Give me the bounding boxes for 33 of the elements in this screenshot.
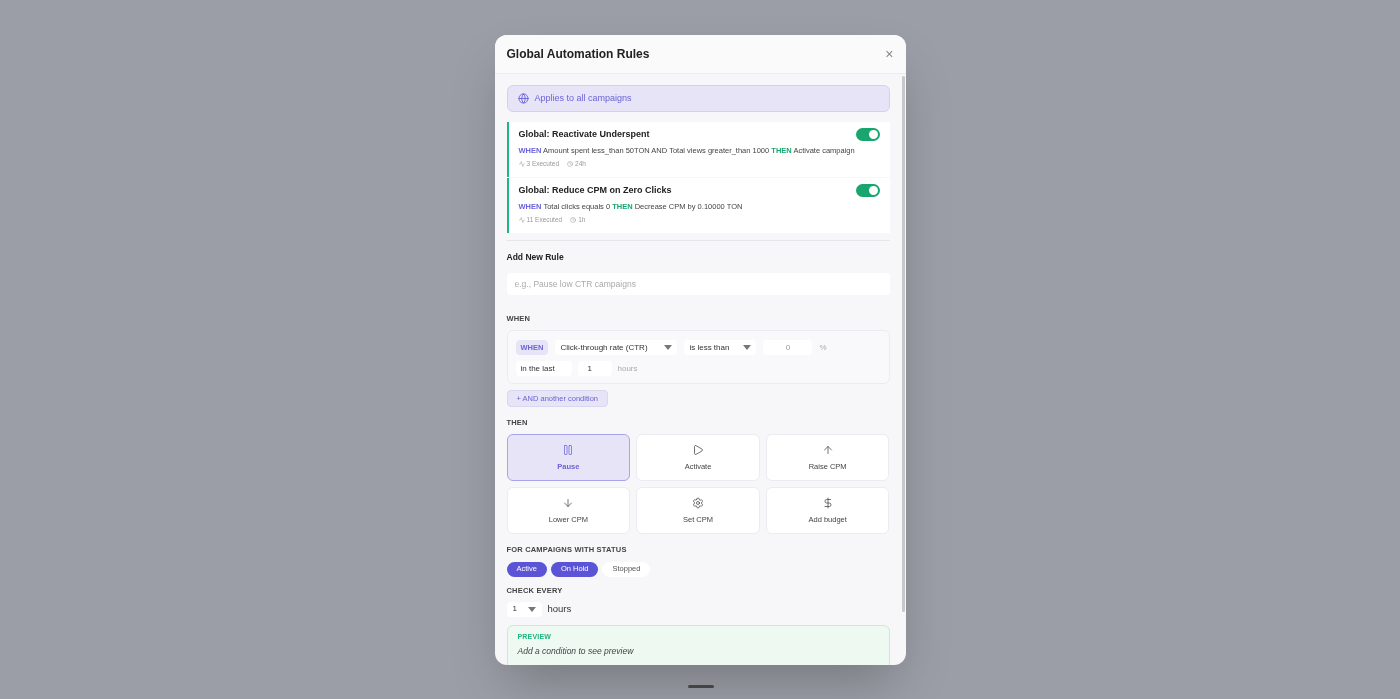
- gear-icon: [692, 496, 704, 509]
- rule-toggle[interactable]: [855, 184, 880, 198]
- section-heading: Add New Rule: [506, 251, 565, 264]
- activity-icon: [518, 160, 525, 167]
- operator-select[interactable]: is less than: [684, 340, 757, 356]
- window-label: in the last: [515, 361, 572, 377]
- arrow-up-icon: [821, 443, 834, 456]
- rule-name-input[interactable]: e.g., Pause low CTR campaigns: [506, 272, 890, 295]
- rule-toggle[interactable]: [855, 128, 880, 142]
- arrow-down-icon: [562, 496, 575, 509]
- window-unit: hours: [617, 362, 638, 375]
- rule-name: Global: Reduce CPM on Zero Clicks: [518, 184, 672, 197]
- preview-text: Add a condition to see preview: [517, 645, 635, 658]
- drag-handle: [688, 685, 714, 688]
- caret-icon: [527, 606, 536, 612]
- unit-label: %: [819, 341, 827, 354]
- clock-icon: [570, 216, 577, 223]
- interval-select[interactable]: 1: [506, 601, 542, 617]
- metric-select[interactable]: Click-through rate (CTR): [555, 340, 678, 356]
- rule-name: Global: Reactivate Underspent: [518, 128, 650, 141]
- caret-icon: [743, 345, 752, 351]
- scope-text: Applies to all campaigns: [534, 91, 632, 105]
- dialog-title: Global Automation Rules: [506, 46, 650, 63]
- pause-icon: [562, 443, 575, 456]
- globe-icon: [517, 93, 529, 104]
- caret-icon: [664, 345, 673, 351]
- dollar-icon: [821, 496, 834, 509]
- clock-icon: [567, 160, 574, 167]
- play-icon: [692, 443, 704, 456]
- interval-unit: hours: [547, 602, 572, 617]
- close-button[interactable]: ×: [885, 47, 894, 61]
- window-input[interactable]: 1: [577, 361, 612, 377]
- activity-icon: [518, 216, 525, 223]
